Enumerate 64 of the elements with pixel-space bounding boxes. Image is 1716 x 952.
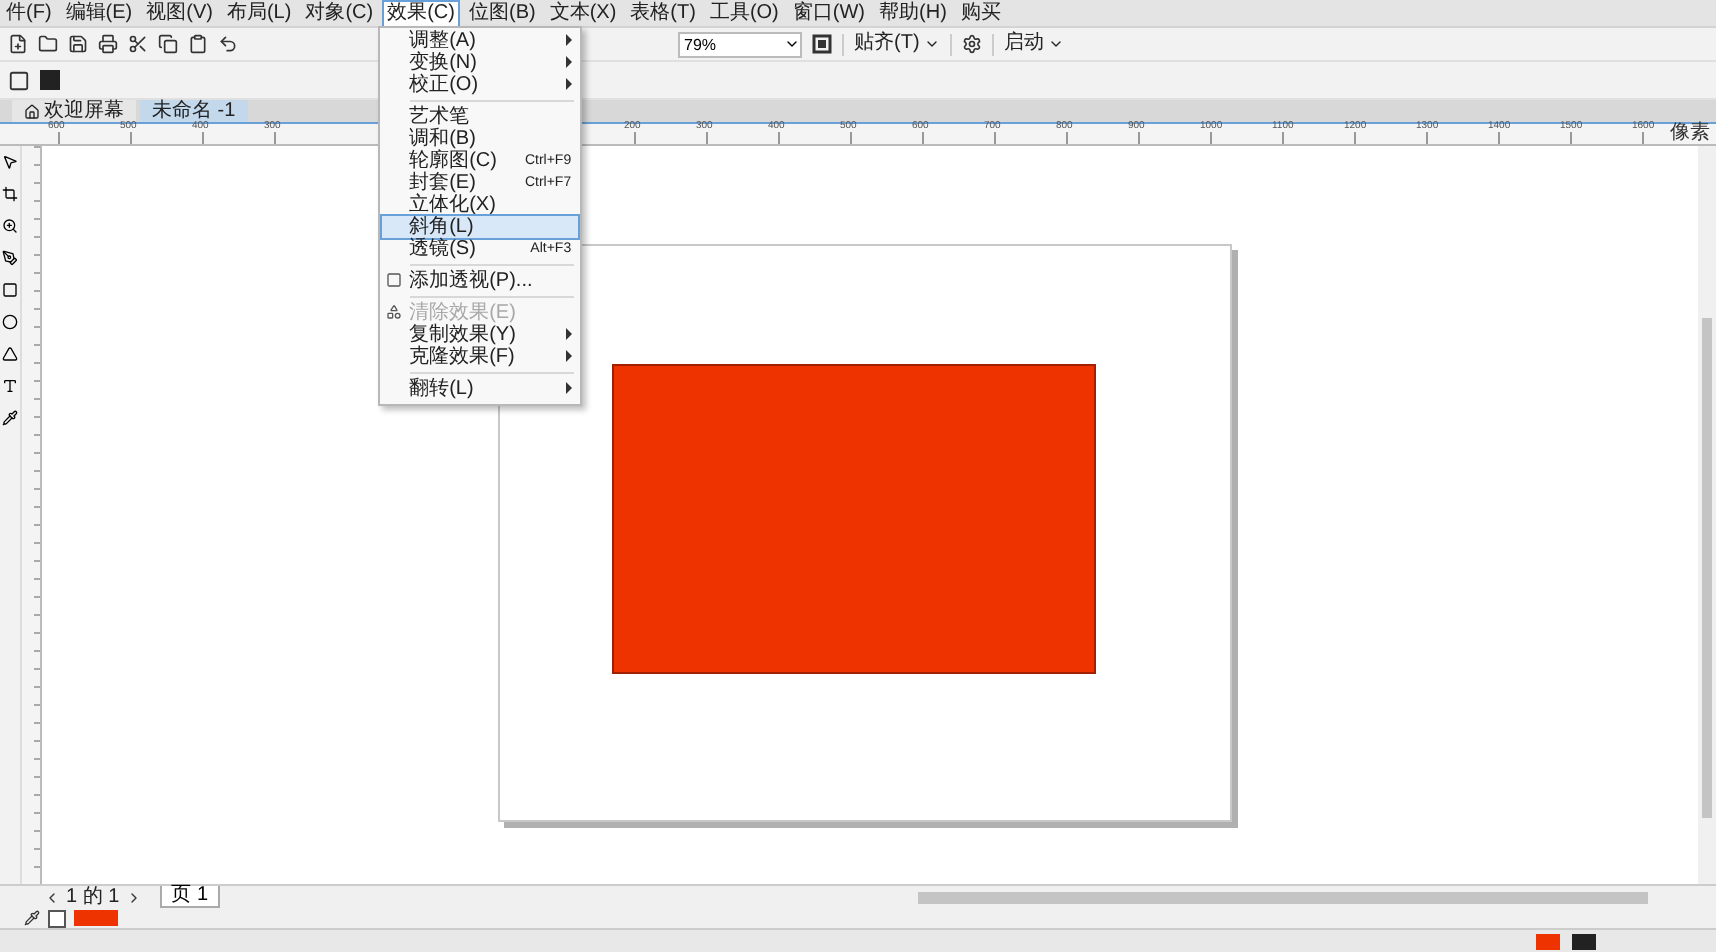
menu-item[interactable]: 调和(B) [381, 127, 578, 149]
menu-item[interactable]: 表格(T) [624, 0, 702, 27]
menu-item[interactable]: 编辑(E) [59, 0, 139, 27]
snap-dropdown[interactable]: 贴齐(T) [854, 32, 940, 56]
fullscreen-icon[interactable] [812, 34, 832, 54]
menu-item[interactable]: 效果(C) [381, 0, 461, 27]
zoom-icon[interactable] [2, 218, 18, 234]
scissors-icon[interactable] [128, 34, 148, 54]
menu-item[interactable]: 位图(B) [462, 0, 542, 27]
menu-item[interactable]: 布局(L) [220, 0, 298, 27]
settings-icon[interactable] [961, 34, 982, 54]
menu-item[interactable]: 文本(X) [543, 0, 623, 27]
outline-swatch [1572, 933, 1596, 949]
eyedropper-icon[interactable] [24, 910, 40, 926]
save-icon[interactable] [68, 34, 88, 54]
rectangle-icon[interactable] [2, 282, 18, 298]
document-tab[interactable]: 未命名 -1 [140, 100, 248, 122]
menu-item[interactable]: 购买 [954, 0, 1007, 27]
menu-item[interactable]: 艺术笔 [381, 105, 578, 127]
page-tab[interactable]: 页 1 [159, 886, 221, 908]
menu-item[interactable]: 帮助(H) [873, 0, 953, 27]
home-icon [24, 103, 40, 119]
undo-icon[interactable] [218, 34, 238, 54]
folder-icon[interactable] [38, 34, 58, 54]
menu-item[interactable]: 窗口(W) [786, 0, 872, 27]
copy-icon[interactable] [158, 34, 178, 54]
menu-item[interactable]: 工具(O) [703, 0, 785, 27]
zoom-field[interactable]: 79% [678, 31, 802, 57]
caret-icon [923, 36, 940, 52]
page-position: 1 的 1 [66, 886, 120, 908]
pointer-icon[interactable] [2, 154, 18, 170]
menu-item[interactable]: 调整(A) [381, 29, 578, 51]
menu-item[interactable]: 复制效果(Y) [381, 323, 578, 345]
square-icon[interactable] [8, 69, 30, 91]
printer-icon[interactable] [98, 34, 118, 54]
menu-item[interactable]: 件(F) [0, 0, 58, 27]
caret-icon [784, 36, 800, 52]
menu-item[interactable]: 立体化(X) [381, 193, 578, 215]
eyedropper-icon[interactable] [2, 410, 18, 426]
clipboard-icon[interactable] [188, 34, 208, 54]
launch-dropdown[interactable]: 启动 [1003, 32, 1064, 56]
menu-item[interactable]: 校正(O) [381, 73, 578, 95]
color-swatch[interactable] [74, 910, 118, 926]
shapes-icon [385, 303, 402, 319]
menu-item[interactable]: 翻转(L) [381, 377, 578, 399]
menu-item[interactable]: 克隆效果(F) [381, 345, 578, 367]
text-icon[interactable] [2, 378, 18, 394]
pen-icon[interactable] [2, 250, 18, 266]
caret-icon [1047, 36, 1064, 52]
ruler-unit: 像素 [1670, 124, 1710, 144]
polygon-icon[interactable] [2, 346, 18, 362]
document-tab[interactable]: 欢迎屏幕 [12, 100, 136, 122]
perspective-icon [385, 271, 402, 287]
fill-swatch [1536, 933, 1560, 949]
menu-item[interactable]: 变换(N) [381, 51, 578, 73]
menu-item[interactable]: 视图(V) [140, 0, 219, 27]
menu-item[interactable]: 斜角(L) [381, 215, 578, 237]
new-file-icon[interactable] [8, 34, 28, 54]
crop-icon[interactable] [2, 186, 18, 202]
menu-item[interactable]: 添加透视(P)... [381, 269, 578, 291]
ellipse-icon[interactable] [2, 314, 18, 330]
no-color-swatch[interactable] [48, 909, 66, 927]
menu-item[interactable]: 对象(C) [299, 0, 380, 27]
previous-page-icon[interactable] [44, 889, 60, 905]
